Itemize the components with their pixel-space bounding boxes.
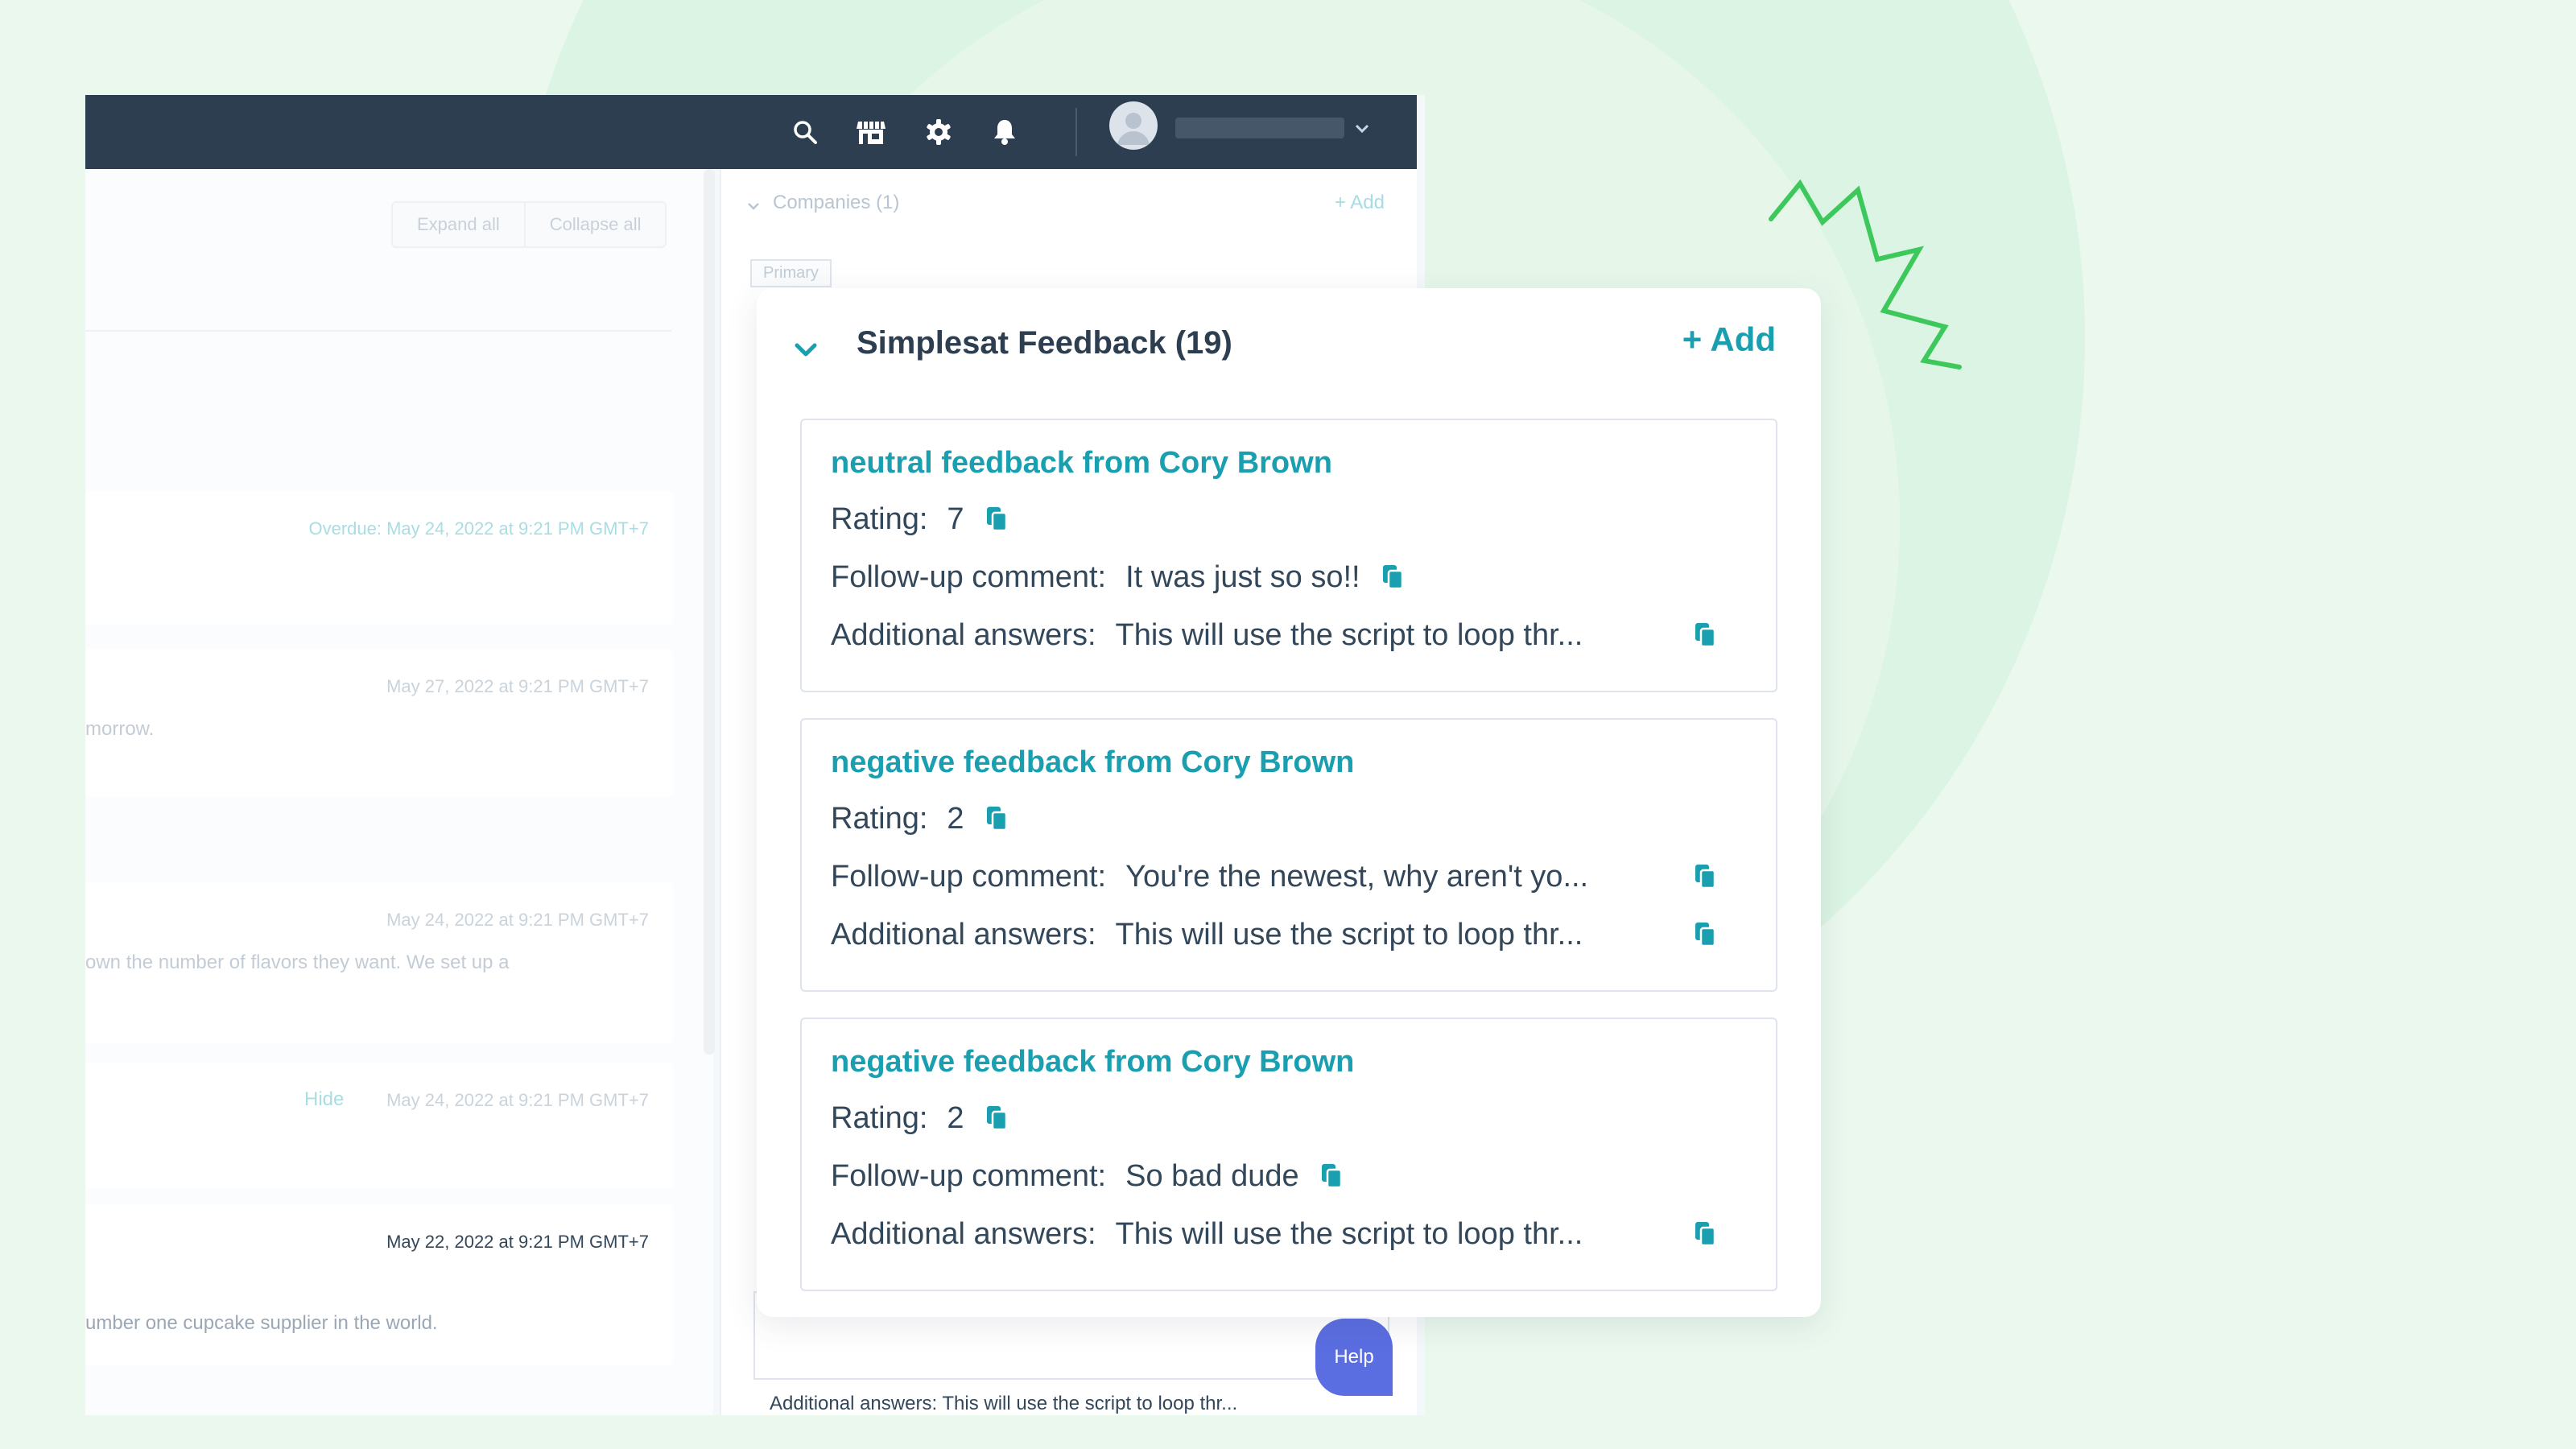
companies-section-header[interactable]: Companies (1) — [773, 192, 899, 214]
rating-label: Rating: — [831, 502, 928, 536]
companies-add-button[interactable]: + Add — [1335, 192, 1385, 214]
copy-icon[interactable] — [986, 507, 1008, 531]
follow-up-value: It was just so so!! — [1125, 559, 1360, 594]
follow-up-label: Follow-up comment: — [831, 859, 1107, 894]
primary-tag: Primary — [750, 259, 832, 287]
follow-up-value: So bad dude — [1125, 1158, 1299, 1193]
additional-answers-value: This will use the script to loop thr... — [1115, 617, 1583, 652]
marketplace-icon[interactable] — [853, 114, 889, 150]
feedback-card: neutral feedback from Cory Brown Rating:… — [800, 419, 1777, 692]
follow-up-label: Follow-up comment: — [831, 559, 1107, 594]
panel-title[interactable]: Simplesat Feedback (19) — [857, 325, 1232, 361]
feedback-title-link[interactable]: negative feedback from Cory Brown — [831, 1045, 1354, 1080]
task-due-date: Overdue: May 24, 2022 at 9:21 PM GMT+7 — [308, 518, 650, 539]
topbar-divider — [1075, 108, 1077, 156]
activity-date: May 24, 2022 at 9:21 PM GMT+7 — [386, 910, 649, 930]
rating-row: Rating: 2 — [831, 1098, 1008, 1138]
timeline-divider — [85, 330, 671, 332]
expand-collapse-group: Expand all Collapse all — [391, 201, 667, 248]
rating-row: Rating: 7 — [831, 499, 1008, 539]
feedback-card: negative feedback from Cory Brown Rating… — [800, 1018, 1777, 1291]
timeline-card[interactable]: Overdue: May 24, 2022 at 9:21 PM GMT+7 — [85, 491, 673, 625]
additional-answers-value: This will use the script to loop thr... — [1115, 917, 1583, 952]
chevron-down-icon[interactable] — [1352, 119, 1372, 138]
timeline-card[interactable]: Hide May 24, 2022 at 9:21 PM GMT+7 — [85, 1063, 673, 1188]
additional-answers-label: Additional answers: — [831, 917, 1096, 952]
additional-answers-row: Additional answers: This will use the sc… — [831, 1214, 1660, 1254]
feedback-title-link[interactable]: neutral feedback from Cory Brown — [831, 446, 1332, 481]
follow-up-value: You're the newest, why aren't yo... — [1125, 859, 1589, 894]
chevron-down-icon[interactable] — [792, 336, 819, 364]
add-feedback-button[interactable]: + Add — [1682, 320, 1776, 359]
follow-up-row: Follow-up comment: You're the newest, wh… — [831, 857, 1660, 897]
avatar-icon[interactable] — [1109, 101, 1158, 150]
copy-icon[interactable] — [1695, 923, 1716, 947]
activity-timeline-pane: Expand all Collapse all Overdue: May 24,… — [85, 169, 715, 1415]
expand-all-button[interactable]: Expand all — [393, 203, 524, 246]
top-navigation-bar — [85, 95, 1417, 169]
timeline-scrollbar[interactable] — [704, 169, 715, 1055]
search-icon[interactable] — [787, 114, 823, 150]
gear-icon[interactable] — [921, 114, 956, 150]
activity-date: May 22, 2022 at 9:21 PM GMT+7 — [386, 1232, 649, 1252]
additional-answers-value: This will use the script to loop thr... — [1115, 1216, 1583, 1251]
rating-value: 2 — [947, 1100, 964, 1135]
additional-answers-label: Additional answers: — [831, 1216, 1096, 1251]
copy-icon[interactable] — [1321, 1164, 1343, 1188]
bell-icon[interactable] — [987, 114, 1022, 150]
activity-snippet: own the number of flavors they want. We … — [85, 952, 510, 973]
copy-icon[interactable] — [1695, 623, 1716, 647]
simplesat-feedback-panel: Simplesat Feedback (19) + Add neutral fe… — [757, 288, 1821, 1317]
activity-snippet: morrow. — [85, 718, 155, 740]
help-button[interactable]: Help — [1315, 1319, 1393, 1396]
rating-label: Rating: — [831, 801, 928, 836]
activity-date: May 24, 2022 at 9:21 PM GMT+7 — [386, 1090, 649, 1110]
hide-link[interactable]: Hide — [304, 1088, 344, 1111]
timeline-card[interactable]: May 22, 2022 at 9:21 PM GMT+7 umber one … — [85, 1204, 673, 1365]
feedback-card: negative feedback from Cory Brown Rating… — [800, 718, 1777, 992]
copy-icon[interactable] — [1695, 1222, 1716, 1246]
collapse-all-button[interactable]: Collapse all — [523, 203, 666, 246]
sidebar-additional-answers: Additional answers: This will use the sc… — [770, 1393, 1238, 1414]
additional-answers-row: Additional answers: This will use the sc… — [831, 615, 1660, 655]
feedback-title-link[interactable]: negative feedback from Cory Brown — [831, 745, 1354, 780]
activity-date: May 27, 2022 at 9:21 PM GMT+7 — [386, 676, 649, 696]
rating-value: 7 — [947, 502, 964, 536]
rating-label: Rating: — [831, 1100, 928, 1135]
copy-icon[interactable] — [986, 807, 1008, 831]
follow-up-row: Follow-up comment: It was just so so!! — [831, 557, 1404, 597]
rating-row: Rating: 2 — [831, 799, 1008, 839]
copy-icon[interactable] — [1382, 565, 1404, 589]
account-name-placeholder[interactable] — [1175, 118, 1344, 138]
activity-snippet: umber one cupcake supplier in the world. — [85, 1312, 438, 1334]
copy-icon[interactable] — [1695, 865, 1716, 889]
copy-icon[interactable] — [986, 1106, 1008, 1130]
timeline-card[interactable]: May 24, 2022 at 9:21 PM GMT+7 own the nu… — [85, 882, 673, 1043]
rating-value: 2 — [947, 801, 964, 836]
timeline-card[interactable]: May 27, 2022 at 9:21 PM GMT+7 morrow. — [85, 649, 673, 797]
chevron-down-icon[interactable] — [745, 198, 762, 214]
follow-up-row: Follow-up comment: So bad dude — [831, 1156, 1343, 1196]
additional-answers-row: Additional answers: This will use the sc… — [831, 914, 1660, 955]
additional-answers-label: Additional answers: — [831, 617, 1096, 652]
follow-up-label: Follow-up comment: — [831, 1158, 1107, 1193]
